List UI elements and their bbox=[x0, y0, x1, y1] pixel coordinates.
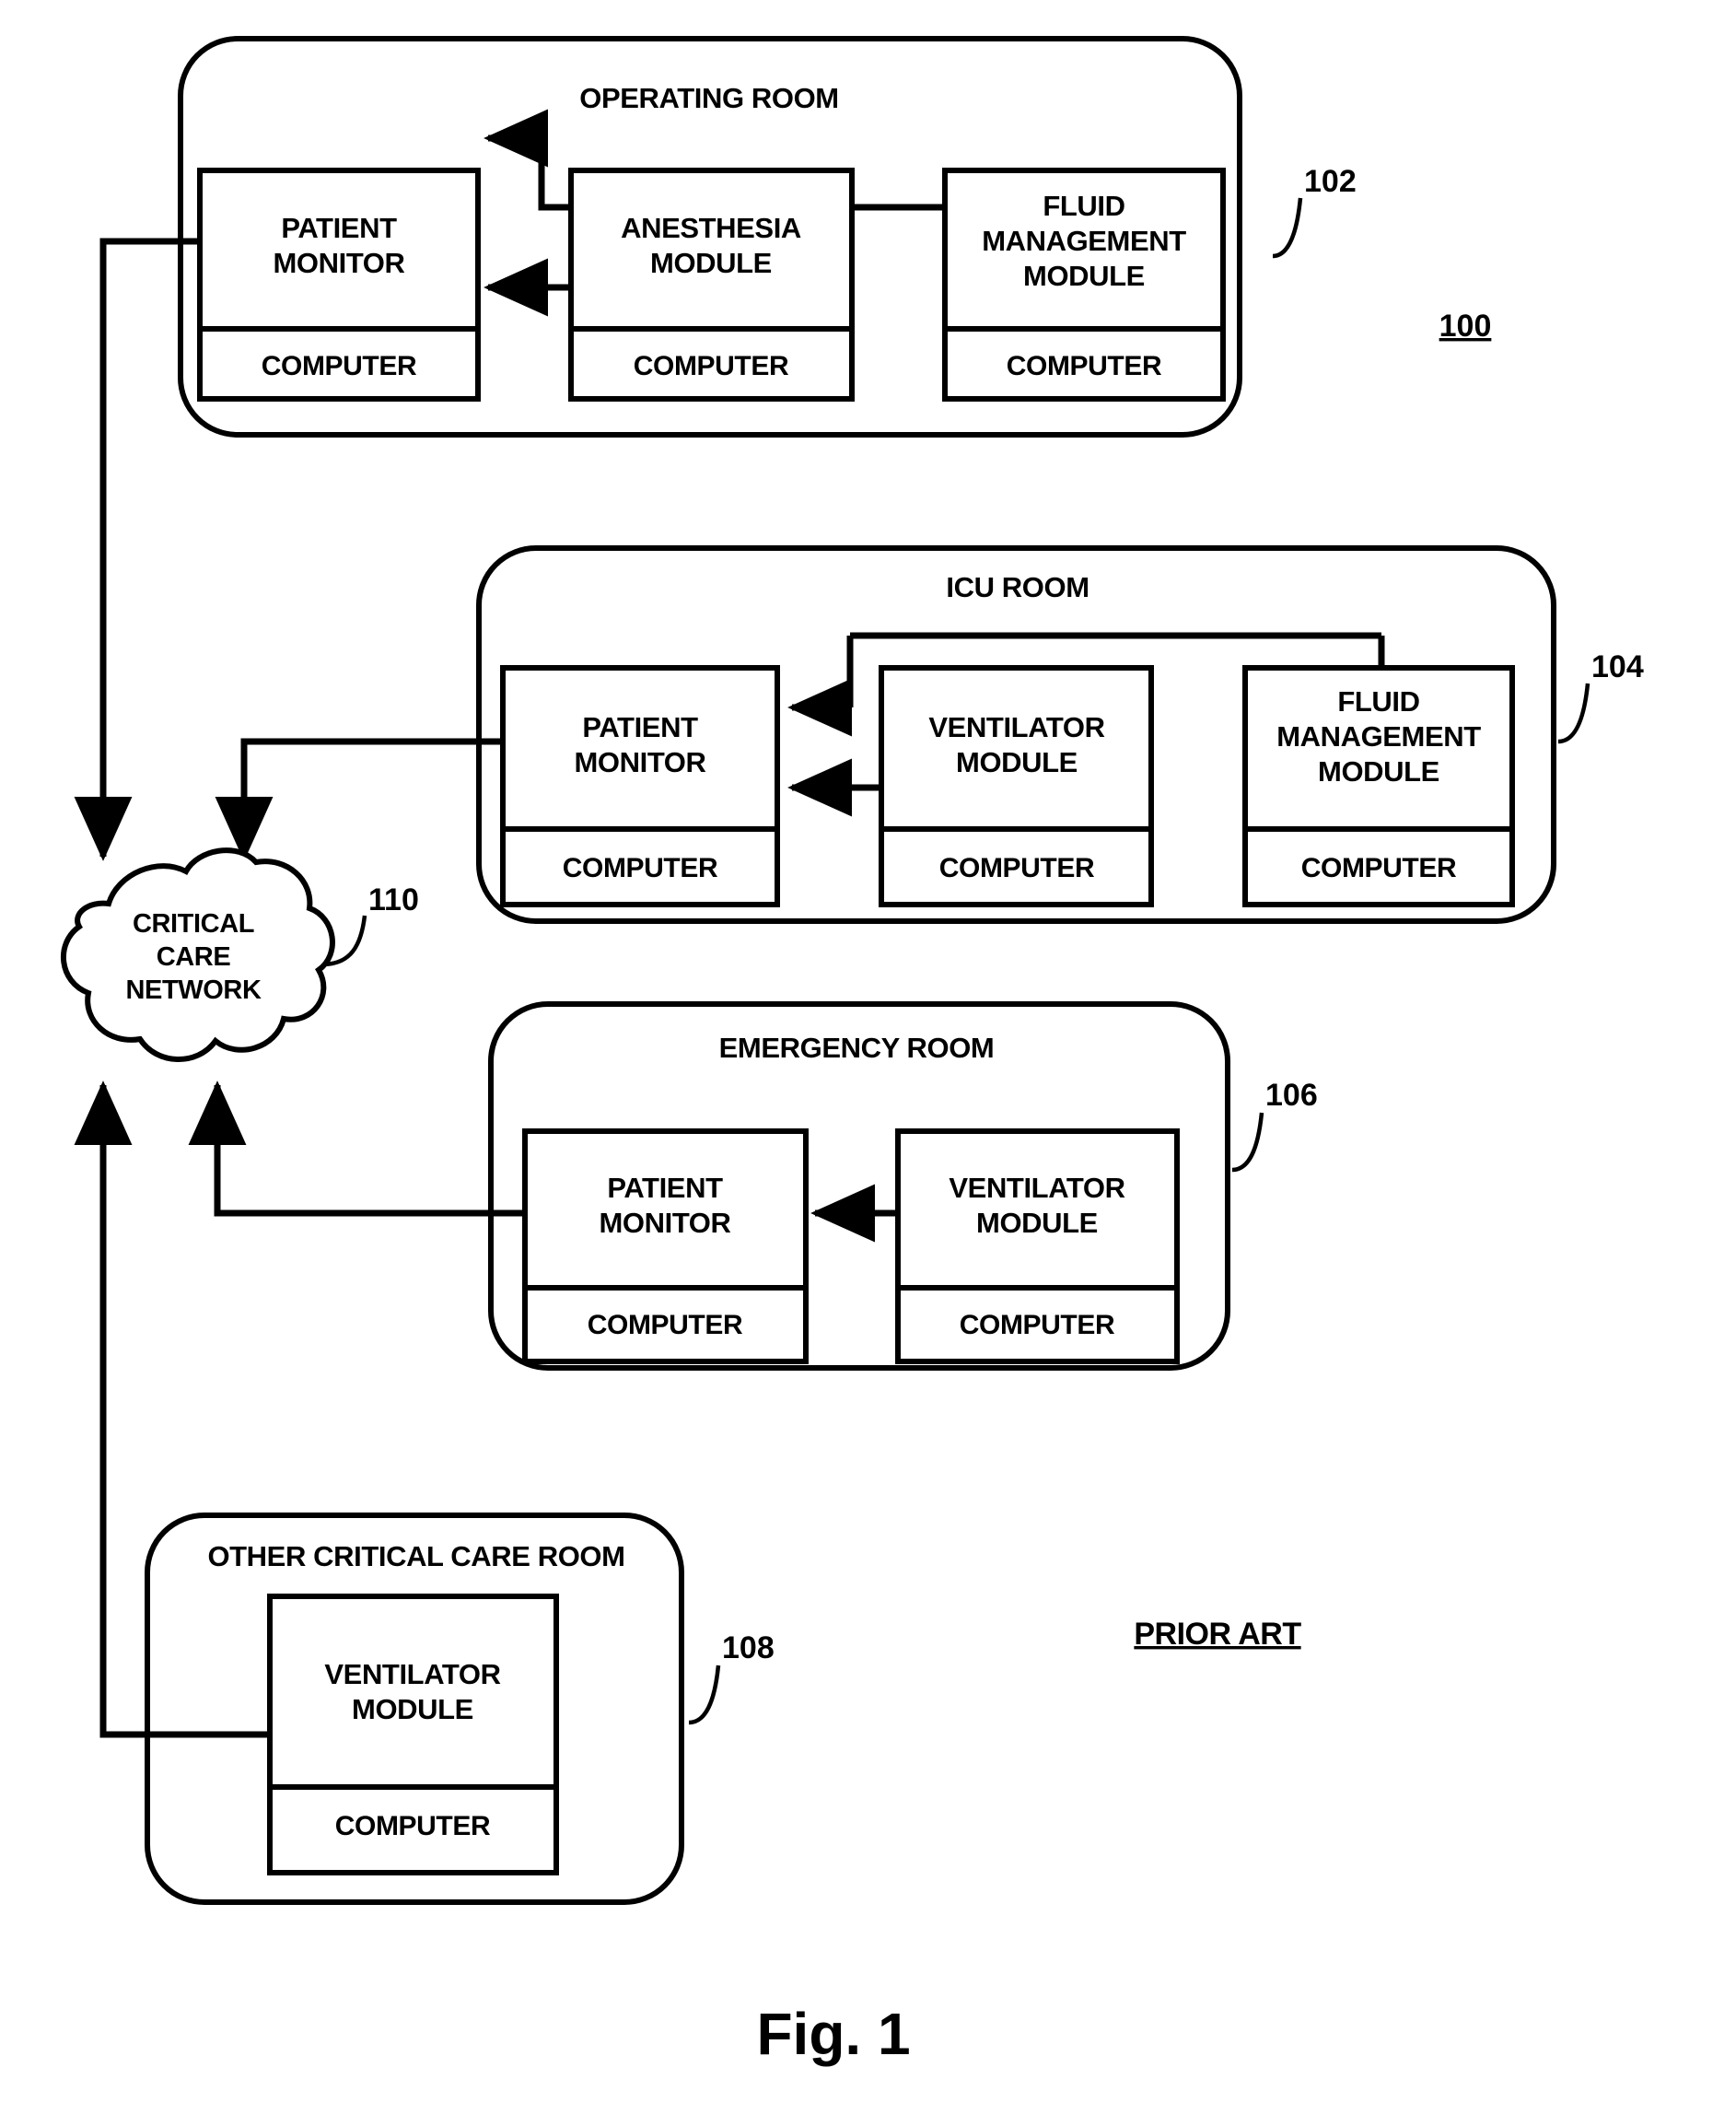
critical-care-network-cloud[interactable]: CRITICAL CARE NETWORK 110 bbox=[60, 847, 419, 1062]
figure-label: Fig. 1 bbox=[756, 2001, 910, 2067]
icu-patient-monitor-computer: COMPUTER bbox=[563, 853, 718, 883]
network-label-line3: NETWORK bbox=[125, 975, 261, 1005]
ref-106-leader bbox=[1231, 1112, 1264, 1173]
er-ventilator-module-computer: COMPUTER bbox=[960, 1310, 1115, 1340]
ref-108-leader bbox=[688, 1665, 721, 1725]
ref-104-leader bbox=[1557, 683, 1590, 744]
occr-ventilator-module-computer: COMPUTER bbox=[335, 1811, 491, 1841]
occr-ventilator-module-line2: MODULE bbox=[352, 1693, 473, 1725]
occr-ventilator-module-line1: VENTILATOR bbox=[324, 1658, 500, 1690]
prior-art-label: PRIOR ART bbox=[1134, 1617, 1301, 1652]
er-ventilator-module-line1: VENTILATOR bbox=[949, 1172, 1124, 1204]
icu-fluid-management-computer: COMPUTER bbox=[1301, 853, 1457, 883]
link-operating-room-to-network bbox=[74, 238, 200, 861]
er-patient-monitor-line2: MONITOR bbox=[599, 1207, 730, 1239]
ref-100-label: 100 bbox=[1439, 309, 1492, 344]
or-fluid-management-line3: MODULE bbox=[1023, 260, 1145, 292]
ref-102-label: 102 bbox=[1304, 164, 1357, 199]
link-other-critical-care-room-to-network bbox=[74, 1081, 270, 1738]
or-device-patient-monitor[interactable]: PATIENT MONITOR COMPUTER bbox=[197, 168, 481, 402]
icu-fluid-management-line1: FLUID bbox=[1337, 685, 1419, 718]
or-fluid-management-line2: MANAGEMENT bbox=[982, 225, 1186, 257]
room-emergency-room: EMERGENCY ROOM PATIENT MONITOR COMPUTER … bbox=[488, 1001, 1318, 1371]
icu-device-ventilator-module[interactable]: VENTILATOR MODULE COMPUTER bbox=[879, 665, 1154, 907]
link-icu-room-to-network bbox=[215, 738, 503, 861]
icu-fluid-management-line3: MODULE bbox=[1318, 755, 1439, 788]
or-fluid-management-line1: FLUID bbox=[1043, 190, 1124, 222]
or-anesthesia-module-computer: COMPUTER bbox=[634, 351, 789, 381]
or-device-fluid-management-module[interactable]: FLUID MANAGEMENT MODULE COMPUTER bbox=[942, 168, 1226, 402]
or-patient-monitor-line1: PATIENT bbox=[281, 212, 397, 244]
ref-110-label: 110 bbox=[368, 882, 419, 917]
operating-room-title: OPERATING ROOM bbox=[579, 82, 838, 114]
er-device-patient-monitor[interactable]: PATIENT MONITOR COMPUTER bbox=[522, 1128, 809, 1364]
ref-108-label: 108 bbox=[722, 1630, 775, 1665]
patent-figure: OPERATING ROOM PATIENT MONITOR COMPUTER … bbox=[0, 0, 1736, 2126]
icu-patient-monitor-line2: MONITOR bbox=[574, 746, 705, 778]
icu-ventilator-module-line2: MODULE bbox=[956, 746, 1078, 778]
or-device-anesthesia-module[interactable]: ANESTHESIA MODULE COMPUTER bbox=[568, 168, 855, 402]
er-device-ventilator-module[interactable]: VENTILATOR MODULE COMPUTER bbox=[895, 1128, 1180, 1364]
diagram-canvas: OPERATING ROOM PATIENT MONITOR COMPUTER … bbox=[60, 36, 1644, 2067]
other-critical-care-room-title: OTHER CRITICAL CARE ROOM bbox=[207, 1540, 624, 1572]
or-fluid-management-computer: COMPUTER bbox=[1007, 351, 1162, 381]
or-patient-monitor-line2: MONITOR bbox=[273, 247, 404, 279]
network-label-line1: CRITICAL bbox=[133, 909, 254, 939]
icu-patient-monitor-line1: PATIENT bbox=[582, 711, 698, 743]
or-anesthesia-module-line2: MODULE bbox=[650, 247, 772, 279]
occr-device-ventilator-module[interactable]: VENTILATOR MODULE COMPUTER bbox=[267, 1594, 559, 1875]
emergency-room-title: EMERGENCY ROOM bbox=[719, 1032, 995, 1064]
icu-ventilator-module-computer: COMPUTER bbox=[939, 853, 1095, 883]
er-ventilator-module-line2: MODULE bbox=[976, 1207, 1098, 1239]
or-patient-monitor-computer: COMPUTER bbox=[262, 351, 417, 381]
er-patient-monitor-computer: COMPUTER bbox=[588, 1310, 743, 1340]
link-emergency-room-to-network bbox=[188, 1081, 525, 1217]
icu-device-fluid-management-module[interactable]: FLUID MANAGEMENT MODULE COMPUTER bbox=[1242, 665, 1515, 907]
room-icu-room: ICU ROOM PATIENT MONITOR COMPUTER VENTIL… bbox=[476, 545, 1644, 924]
er-patient-monitor-line1: PATIENT bbox=[607, 1172, 723, 1204]
icu-device-patient-monitor[interactable]: PATIENT MONITOR COMPUTER bbox=[500, 665, 780, 907]
ref-106-label: 106 bbox=[1265, 1078, 1318, 1113]
network-label-line2: CARE bbox=[157, 942, 231, 972]
icu-ventilator-module-line1: VENTILATOR bbox=[928, 711, 1104, 743]
icu-room-title: ICU ROOM bbox=[946, 571, 1089, 603]
room-operating-room: OPERATING ROOM PATIENT MONITOR COMPUTER … bbox=[178, 36, 1357, 438]
ref-104-label: 104 bbox=[1591, 649, 1644, 684]
ref-102-leader bbox=[1272, 197, 1303, 259]
or-anesthesia-module-line1: ANESTHESIA bbox=[621, 212, 801, 244]
icu-fluid-management-line2: MANAGEMENT bbox=[1276, 720, 1481, 753]
room-other-critical-care-room: OTHER CRITICAL CARE ROOM VENTILATOR MODU… bbox=[145, 1513, 775, 1905]
